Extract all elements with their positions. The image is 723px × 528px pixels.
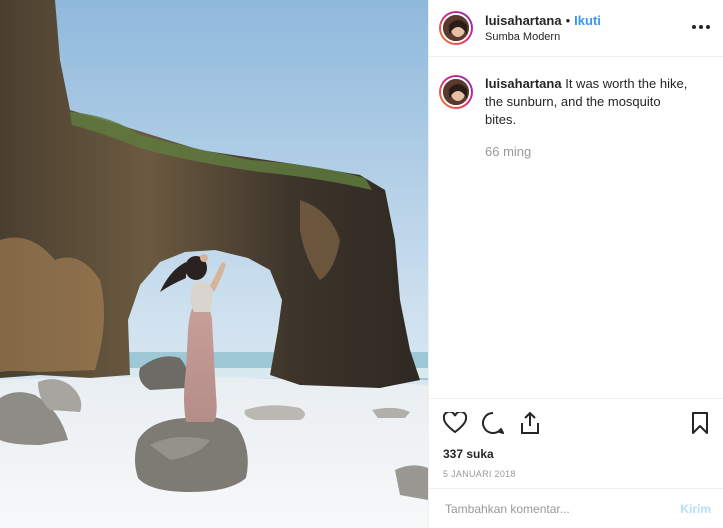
post-header: luisahartana • Ikuti Sumba Modern (429, 0, 723, 57)
profile-photo-icon (443, 79, 469, 105)
more-horizontal-icon[interactable] (691, 14, 711, 35)
comment-input[interactable] (443, 500, 681, 517)
comment-box: Kirim (429, 488, 723, 528)
beach-arch-photo (0, 0, 428, 528)
profile-photo-icon (443, 15, 469, 41)
header-user-line: luisahartana • Ikuti (485, 13, 691, 28)
share-icon[interactable] (519, 411, 541, 435)
caption-avatar[interactable] (439, 75, 473, 109)
location-link[interactable]: Sumba Modern (485, 31, 691, 43)
avatar[interactable] (439, 11, 473, 45)
follow-button[interactable]: Ikuti (574, 13, 601, 28)
likes-count[interactable]: 337 suka (443, 447, 709, 461)
bookmark-icon[interactable] (691, 411, 709, 435)
caption-body: luisahartana It was worth the hike, the … (485, 75, 695, 161)
caption-comment: luisahartana It was worth the hike, the … (429, 57, 723, 161)
caption-time[interactable]: 66 ming (485, 143, 695, 161)
comment-icon[interactable] (481, 411, 505, 435)
separator-dot: • (565, 13, 571, 28)
header-text: luisahartana • Ikuti Sumba Modern (485, 13, 691, 43)
action-icons (443, 409, 709, 437)
username-link[interactable]: luisahartana (485, 13, 562, 28)
caption-avatar-image (441, 77, 471, 107)
caption-username[interactable]: luisahartana (485, 76, 562, 91)
post-side-panel: luisahartana • Ikuti Sumba Modern luisah… (428, 0, 723, 528)
post-date: 5 JANUARI 2018 (443, 469, 516, 479)
avatar-image (441, 13, 471, 43)
send-button[interactable]: Kirim (680, 502, 711, 516)
post-container: luisahartana • Ikuti Sumba Modern luisah… (0, 0, 723, 528)
action-bar: 337 suka 5 JANUARI 2018 (429, 398, 723, 479)
heart-icon[interactable] (443, 412, 467, 434)
post-photo[interactable] (0, 0, 428, 528)
